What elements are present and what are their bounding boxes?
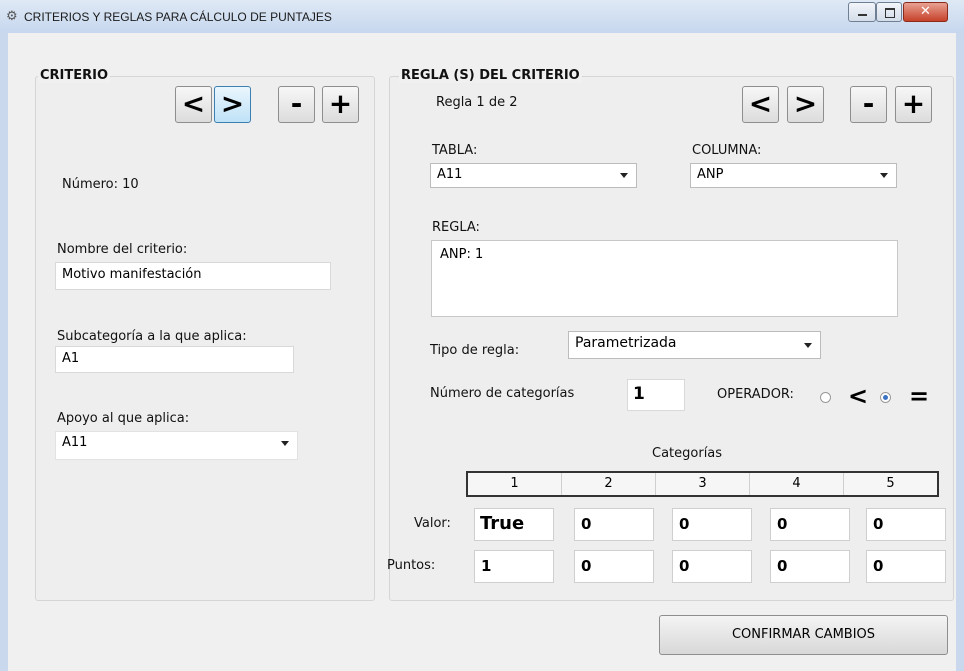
minimize-button[interactable] xyxy=(848,2,876,22)
categoria-header-4: 4 xyxy=(750,473,844,495)
criterio-prev-button[interactable]: < xyxy=(175,86,212,123)
regla-remove-button[interactable]: - xyxy=(850,86,887,123)
regla-prev-button[interactable]: < xyxy=(742,86,779,123)
num-categorias-label: Número de categorías xyxy=(430,386,575,401)
window-title: CRITERIOS Y REGLAS PARA CÁLCULO DE PUNTA… xyxy=(24,10,332,24)
categoria-header-3: 3 xyxy=(656,473,750,495)
criterio-name-input[interactable]: Motivo manifestación xyxy=(55,262,331,290)
puntos-label: Puntos: xyxy=(387,558,436,573)
apoyo-label: Apoyo al que aplica: xyxy=(57,411,190,426)
confirm-changes-button[interactable]: CONFIRMAR CAMBIOS xyxy=(659,615,948,655)
regla-add-button[interactable]: + xyxy=(895,86,932,123)
operator-less-radio[interactable] xyxy=(820,392,831,403)
columna-select-value: ANP xyxy=(697,167,724,182)
num-categorias-input[interactable]: 1 xyxy=(627,379,685,411)
gear-icon: ⚙ xyxy=(6,9,18,24)
criterio-remove-button[interactable]: - xyxy=(278,86,315,123)
valor-input-2[interactable]: 0 xyxy=(574,508,654,541)
valor-input-3[interactable]: 0 xyxy=(672,508,752,541)
tabla-select[interactable]: A11 xyxy=(430,163,637,188)
categoria-header-5: 5 xyxy=(886,476,895,491)
puntos-input-5[interactable]: 0 xyxy=(866,550,946,583)
operator-equal-symbol: = xyxy=(909,382,930,410)
valor-input-5[interactable]: 0 xyxy=(866,508,946,541)
regla-group-title: REGLA (S) DEL CRITERIO xyxy=(399,68,582,83)
criterio-next-button[interactable]: > xyxy=(214,86,251,123)
apoyo-select[interactable]: A11 xyxy=(55,431,298,460)
tipo-regla-label: Tipo de regla: xyxy=(430,343,520,358)
puntos-input-2[interactable]: 0 xyxy=(574,550,654,583)
subcategoria-input[interactable]: A1 xyxy=(55,346,294,373)
regla-next-button[interactable]: > xyxy=(787,86,824,123)
chevron-down-icon xyxy=(281,441,289,446)
tipo-regla-select[interactable]: Parametrizada xyxy=(568,331,821,359)
valor-input-4[interactable]: 0 xyxy=(770,508,850,541)
operator-less-symbol: < xyxy=(848,382,869,410)
categorias-header: 1 2 3 4 5 xyxy=(466,471,939,497)
title-bar: ⚙ CRITERIOS Y REGLAS PARA CÁLCULO DE PUN… xyxy=(0,0,964,34)
criterio-group-title: CRITERIO xyxy=(38,68,111,83)
operador-label: OPERADOR: xyxy=(717,387,794,402)
puntos-input-1[interactable]: 1 xyxy=(474,550,554,583)
regla-textarea[interactable]: ANP: 1 xyxy=(431,240,898,317)
valor-input-1[interactable]: True xyxy=(474,508,554,541)
apoyo-select-value: A11 xyxy=(62,435,88,450)
tabla-select-value: A11 xyxy=(437,167,463,182)
close-button[interactable] xyxy=(903,2,948,22)
columna-label: COLUMNA: xyxy=(692,143,762,158)
criterio-add-button[interactable]: + xyxy=(322,86,359,123)
categoria-header-1: 1 xyxy=(468,473,562,495)
chevron-down-icon xyxy=(804,343,812,348)
valor-label: Valor: xyxy=(414,516,451,531)
criterio-name-label: Nombre del criterio: xyxy=(57,242,188,257)
regla-label: REGLA: xyxy=(432,220,480,235)
regla-counter: Regla 1 de 2 xyxy=(436,95,518,110)
operator-equal-radio[interactable] xyxy=(880,392,891,403)
maximize-button[interactable] xyxy=(876,2,902,22)
categorias-title: Categorías xyxy=(652,446,723,461)
categoria-header-2: 2 xyxy=(562,473,656,495)
subcategoria-label: Subcategoría a la que aplica: xyxy=(57,329,247,344)
tipo-regla-select-value: Parametrizada xyxy=(575,335,677,351)
columna-select[interactable]: ANP xyxy=(690,163,897,188)
chevron-down-icon xyxy=(620,173,628,178)
puntos-input-3[interactable]: 0 xyxy=(672,550,752,583)
chevron-down-icon xyxy=(880,173,888,178)
tabla-label: TABLA: xyxy=(432,143,478,158)
puntos-input-4[interactable]: 0 xyxy=(770,550,850,583)
criterio-number: Número: 10 xyxy=(62,177,139,192)
